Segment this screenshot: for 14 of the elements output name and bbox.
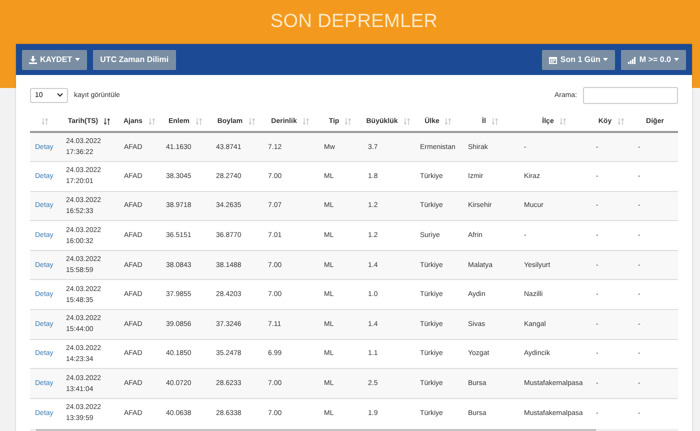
toolbar-button[interactable]: KAYDET [22, 50, 88, 70]
page-title: SON DEPREMLER [269, 10, 439, 34]
caret-icon [603, 58, 608, 61]
caret-icon [75, 58, 80, 61]
toolbar-button[interactable]: UTC Zaman Dilimi [93, 50, 176, 70]
calendar-icon [549, 56, 558, 64]
chevron-icon [57, 93, 63, 97]
sort-icon[interactable] [104, 118, 110, 124]
download-icon [29, 56, 37, 64]
search-field[interactable] [583, 86, 678, 104]
toolbar-button[interactable]: M >= 0.0 [621, 50, 686, 70]
caret-icon [674, 58, 679, 61]
toolbar-button[interactable]: Son 1 Gün [542, 50, 616, 70]
signal-bars-icon [628, 56, 636, 64]
